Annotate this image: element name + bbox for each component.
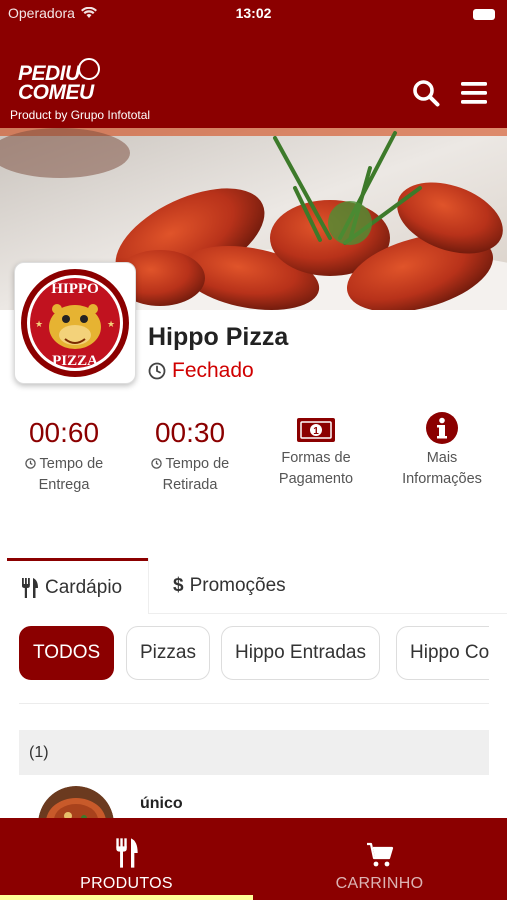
logo-subtitle: Product by Grupo Infototal [10,108,151,122]
nav-carrinho-label: CARRINHO [335,875,424,892]
nav-produtos[interactable]: PRODUTOS [0,818,253,900]
category-filter: TODOS Pizzas Hippo Entradas Hippo Co [19,626,489,682]
bottom-navigation: PRODUTOS CARRINHO [0,818,507,900]
status-bar: Operadora 13:02 [0,0,507,28]
nav-carrinho[interactable]: CARRINHO [253,818,506,900]
nav-produtos-label: PRODUTOS [80,875,173,892]
product-name[interactable]: único [140,795,183,813]
star-icon: ★ [35,319,43,329]
app-header: PEDIU COMEU Product by Grupo Infototal [0,28,507,128]
tab-promocoes[interactable]: $ Promoções [159,558,300,614]
hamburger-menu-icon[interactable] [459,78,489,108]
clock-icon [151,458,162,469]
active-tab-indicator [0,895,253,900]
store-logo-top-text: HIPPO [51,281,99,297]
pickup-time-label: Tempo de Retirada [127,454,253,496]
utensils-icon [22,577,38,598]
tab-cardapio[interactable]: Cardápio [7,558,148,614]
logo-text: PEDIU COMEU [18,63,94,104]
more-info-label: Mais Informações [379,448,505,490]
delivery-time-label: Tempo de Entrega [1,454,127,496]
pickup-time: 00:30 Tempo de Retirada [127,410,253,496]
category-chip-hippo-entradas[interactable]: Hippo Entradas [221,626,380,680]
money-bill-icon: 1 [253,410,379,448]
more-info-button[interactable]: Mais Informações [379,410,505,490]
product-group-header: (1) [19,730,489,775]
more-info-label-line2: Informações [402,471,482,487]
payment-methods-label-line2: Pagamento [278,471,354,487]
delivery-time: 00:60 Tempo de Entrega [1,410,127,496]
utensils-icon [0,818,253,868]
store-logo: HIPPO PIZZA ★ ★ [14,262,136,384]
clock-icon [25,458,36,469]
payment-methods-label-line1: Formas de [281,450,351,466]
divider [19,703,489,704]
store-status-text: Fechado [172,359,254,382]
more-info-label-line1: Mais [426,450,458,466]
category-chip-todos[interactable]: TODOS [19,626,115,680]
app-logo[interactable]: PEDIU COMEU Product by Grupo Infototal [10,58,170,122]
battery-icon [473,9,495,20]
delivery-time-value: 00:60 [28,417,100,448]
store-status: Fechado [148,359,254,383]
category-chip-pizzas[interactable]: Pizzas [126,626,210,680]
store-info-row: 00:60 Tempo de Entrega 00:30 Tempo de Re… [0,410,507,500]
logo-line-2: COMEU [18,81,94,104]
pickup-time-label-line2: Retirada [162,477,218,493]
dollar-icon: $ [173,575,184,596]
info-icon [379,410,505,448]
store-name: Hippo Pizza [148,323,289,351]
store-logo-bottom-text: PIZZA [52,353,98,369]
payment-methods-button[interactable]: 1 Formas de Pagamento [253,410,379,490]
clock: 13:02 [235,5,272,21]
content-tabs: Cardápio $ Promoções [7,558,507,614]
delivery-time-label-line2: Entrega [38,477,90,493]
clock-icon [148,362,166,380]
payment-methods-label: Formas de Pagamento [253,448,379,490]
cart-icon [253,818,506,868]
category-chip-hippo-co[interactable]: Hippo Co [396,626,489,680]
svg-text:1: 1 [313,426,319,437]
star-icon: ★ [107,319,115,329]
tab-cardapio-label: Cardápio [45,576,123,598]
pickup-time-value: 00:30 [154,417,226,448]
search-icon[interactable] [411,78,441,108]
delivery-time-label-line1: Tempo de [39,456,104,472]
pickup-time-label-line1: Tempo de [165,456,230,472]
tab-promocoes-label: Promoções [189,575,286,596]
